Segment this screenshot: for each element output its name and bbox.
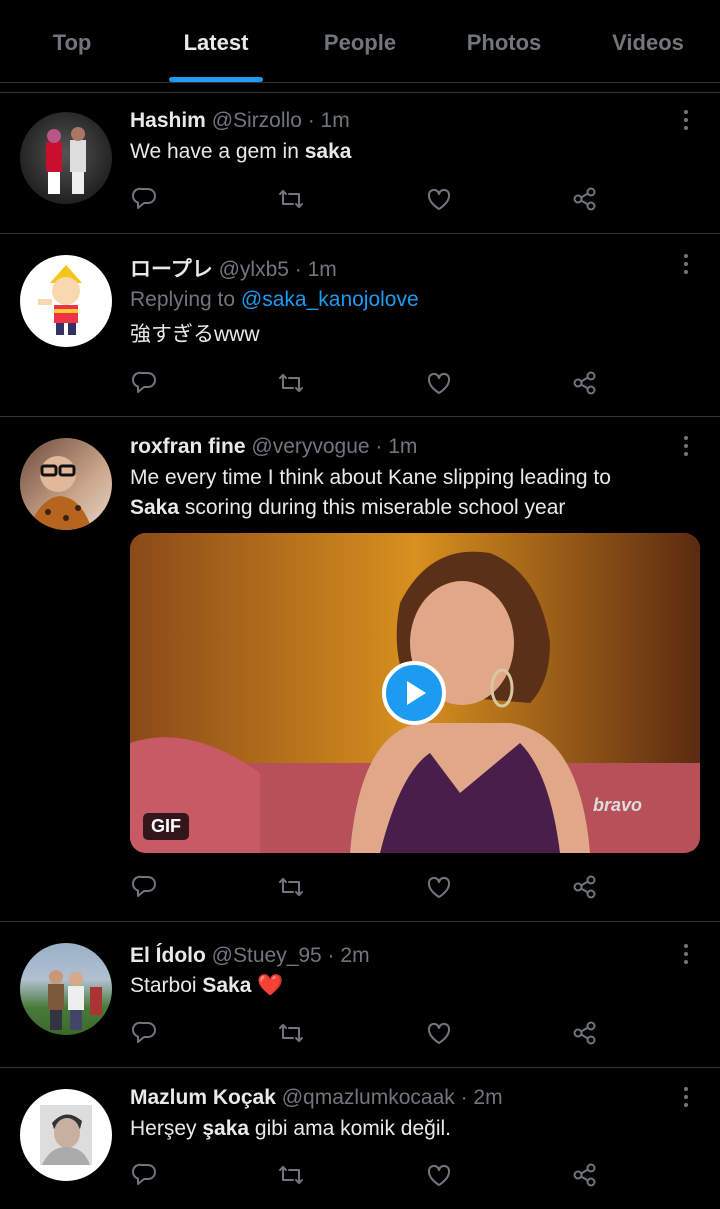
tweet-text: We have a gem in saka	[130, 140, 352, 163]
tab-photos[interactable]: Photos	[432, 0, 576, 82]
reply-icon[interactable]	[130, 184, 162, 214]
handle-time: @qmazlumkocaak · 2m	[281, 1086, 503, 1109]
share-icon[interactable]	[570, 1160, 602, 1190]
like-icon[interactable]	[424, 368, 456, 398]
display-name[interactable]: ロープレ	[130, 258, 213, 281]
tab-label: Top	[52, 30, 92, 55]
divider	[0, 1067, 720, 1068]
display-name[interactable]: El Ídolo	[130, 944, 206, 967]
like-icon[interactable]	[424, 184, 456, 214]
divider	[0, 233, 720, 234]
share-icon[interactable]	[570, 368, 602, 398]
avatar[interactable]	[20, 255, 112, 347]
more-icon[interactable]	[676, 108, 696, 134]
avatar-image	[46, 127, 86, 194]
reply-icon[interactable]	[130, 1160, 162, 1190]
tweet-text: Starboi Saka ❤️	[130, 974, 284, 997]
tab-label: Videos	[612, 30, 684, 55]
tweet-actions	[130, 184, 610, 214]
tweet-actions	[130, 368, 610, 398]
avatar[interactable]	[20, 112, 112, 204]
like-icon[interactable]	[424, 1160, 456, 1190]
more-icon[interactable]	[676, 434, 696, 460]
handle-time: @Sirzollo · 1m	[211, 109, 350, 132]
tab-people[interactable]: People	[288, 0, 432, 82]
retweet-icon[interactable]	[276, 1018, 308, 1048]
tweet-actions	[130, 872, 610, 902]
avatar-image	[38, 265, 82, 335]
more-icon[interactable]	[676, 942, 696, 968]
watermark: bravo	[593, 795, 643, 815]
play-icon[interactable]	[382, 661, 446, 725]
tweet-text: 強すぎるwww	[130, 323, 260, 346]
tweet-text: Saka scoring during this miserable schoo…	[130, 496, 566, 519]
tweet-header: roxfran fine @veryvogue · 1m	[130, 435, 417, 459]
reply-icon[interactable]	[130, 1018, 162, 1048]
avatar-image	[40, 1105, 92, 1165]
display-name[interactable]: roxfran fine	[130, 435, 246, 458]
replying-to: Replying to @saka_kanojolove	[130, 288, 419, 311]
tab-videos[interactable]: Videos	[576, 0, 720, 82]
divider	[0, 92, 720, 93]
avatar[interactable]	[20, 943, 112, 1035]
reply-mention-link[interactable]: @saka_kanojolove	[241, 288, 419, 311]
retweet-icon[interactable]	[276, 184, 308, 214]
tweet-actions	[130, 1018, 610, 1048]
active-tab-indicator	[169, 77, 263, 82]
tweet-actions	[130, 1160, 610, 1190]
tweet-header: El Ídolo @Stuey_95 · 2m	[130, 944, 370, 968]
share-icon[interactable]	[570, 872, 602, 902]
like-icon[interactable]	[424, 872, 456, 902]
avatar[interactable]	[20, 438, 112, 530]
tweet-header: Mazlum Koçak @qmazlumkocaak · 2m	[130, 1086, 503, 1110]
like-icon[interactable]	[424, 1018, 456, 1048]
divider	[0, 416, 720, 417]
avatar-image	[28, 456, 92, 530]
gif-badge: GIF	[143, 813, 189, 840]
handle-time: @ylxb5 · 1m	[218, 258, 337, 281]
tab-label: Photos	[466, 30, 542, 55]
retweet-icon[interactable]	[276, 1160, 308, 1190]
tweet-header: ロープレ @ylxb5 · 1m	[130, 253, 337, 283]
tab-label: People	[323, 30, 397, 55]
share-icon[interactable]	[570, 1018, 602, 1048]
search-tabs: Top Latest People Photos Videos	[0, 0, 720, 83]
handle-time: @Stuey_95 · 2m	[211, 944, 370, 967]
avatar-image	[48, 970, 102, 1030]
more-icon[interactable]	[676, 1085, 696, 1111]
retweet-icon[interactable]	[276, 872, 308, 902]
reply-icon[interactable]	[130, 368, 162, 398]
tweet-text: Me every time I think about Kane slippin…	[130, 466, 611, 489]
tab-label: Latest	[183, 30, 249, 55]
display-name[interactable]: Mazlum Koçak	[130, 1086, 276, 1109]
tab-latest[interactable]: Latest	[144, 0, 288, 82]
gif-media[interactable]: bravo GIF	[130, 533, 700, 853]
tab-top[interactable]: Top	[0, 0, 144, 82]
retweet-icon[interactable]	[276, 368, 308, 398]
handle-time: @veryvogue · 1m	[251, 435, 418, 458]
tweet-header: Hashim @Sirzollo · 1m	[130, 109, 350, 133]
tweet-text: Herşey şaka gibi ama komik değil.	[130, 1117, 451, 1140]
display-name[interactable]: Hashim	[130, 109, 206, 132]
reply-icon[interactable]	[130, 872, 162, 902]
more-icon[interactable]	[676, 252, 696, 278]
divider	[0, 921, 720, 922]
share-icon[interactable]	[570, 184, 602, 214]
avatar[interactable]	[20, 1089, 112, 1181]
